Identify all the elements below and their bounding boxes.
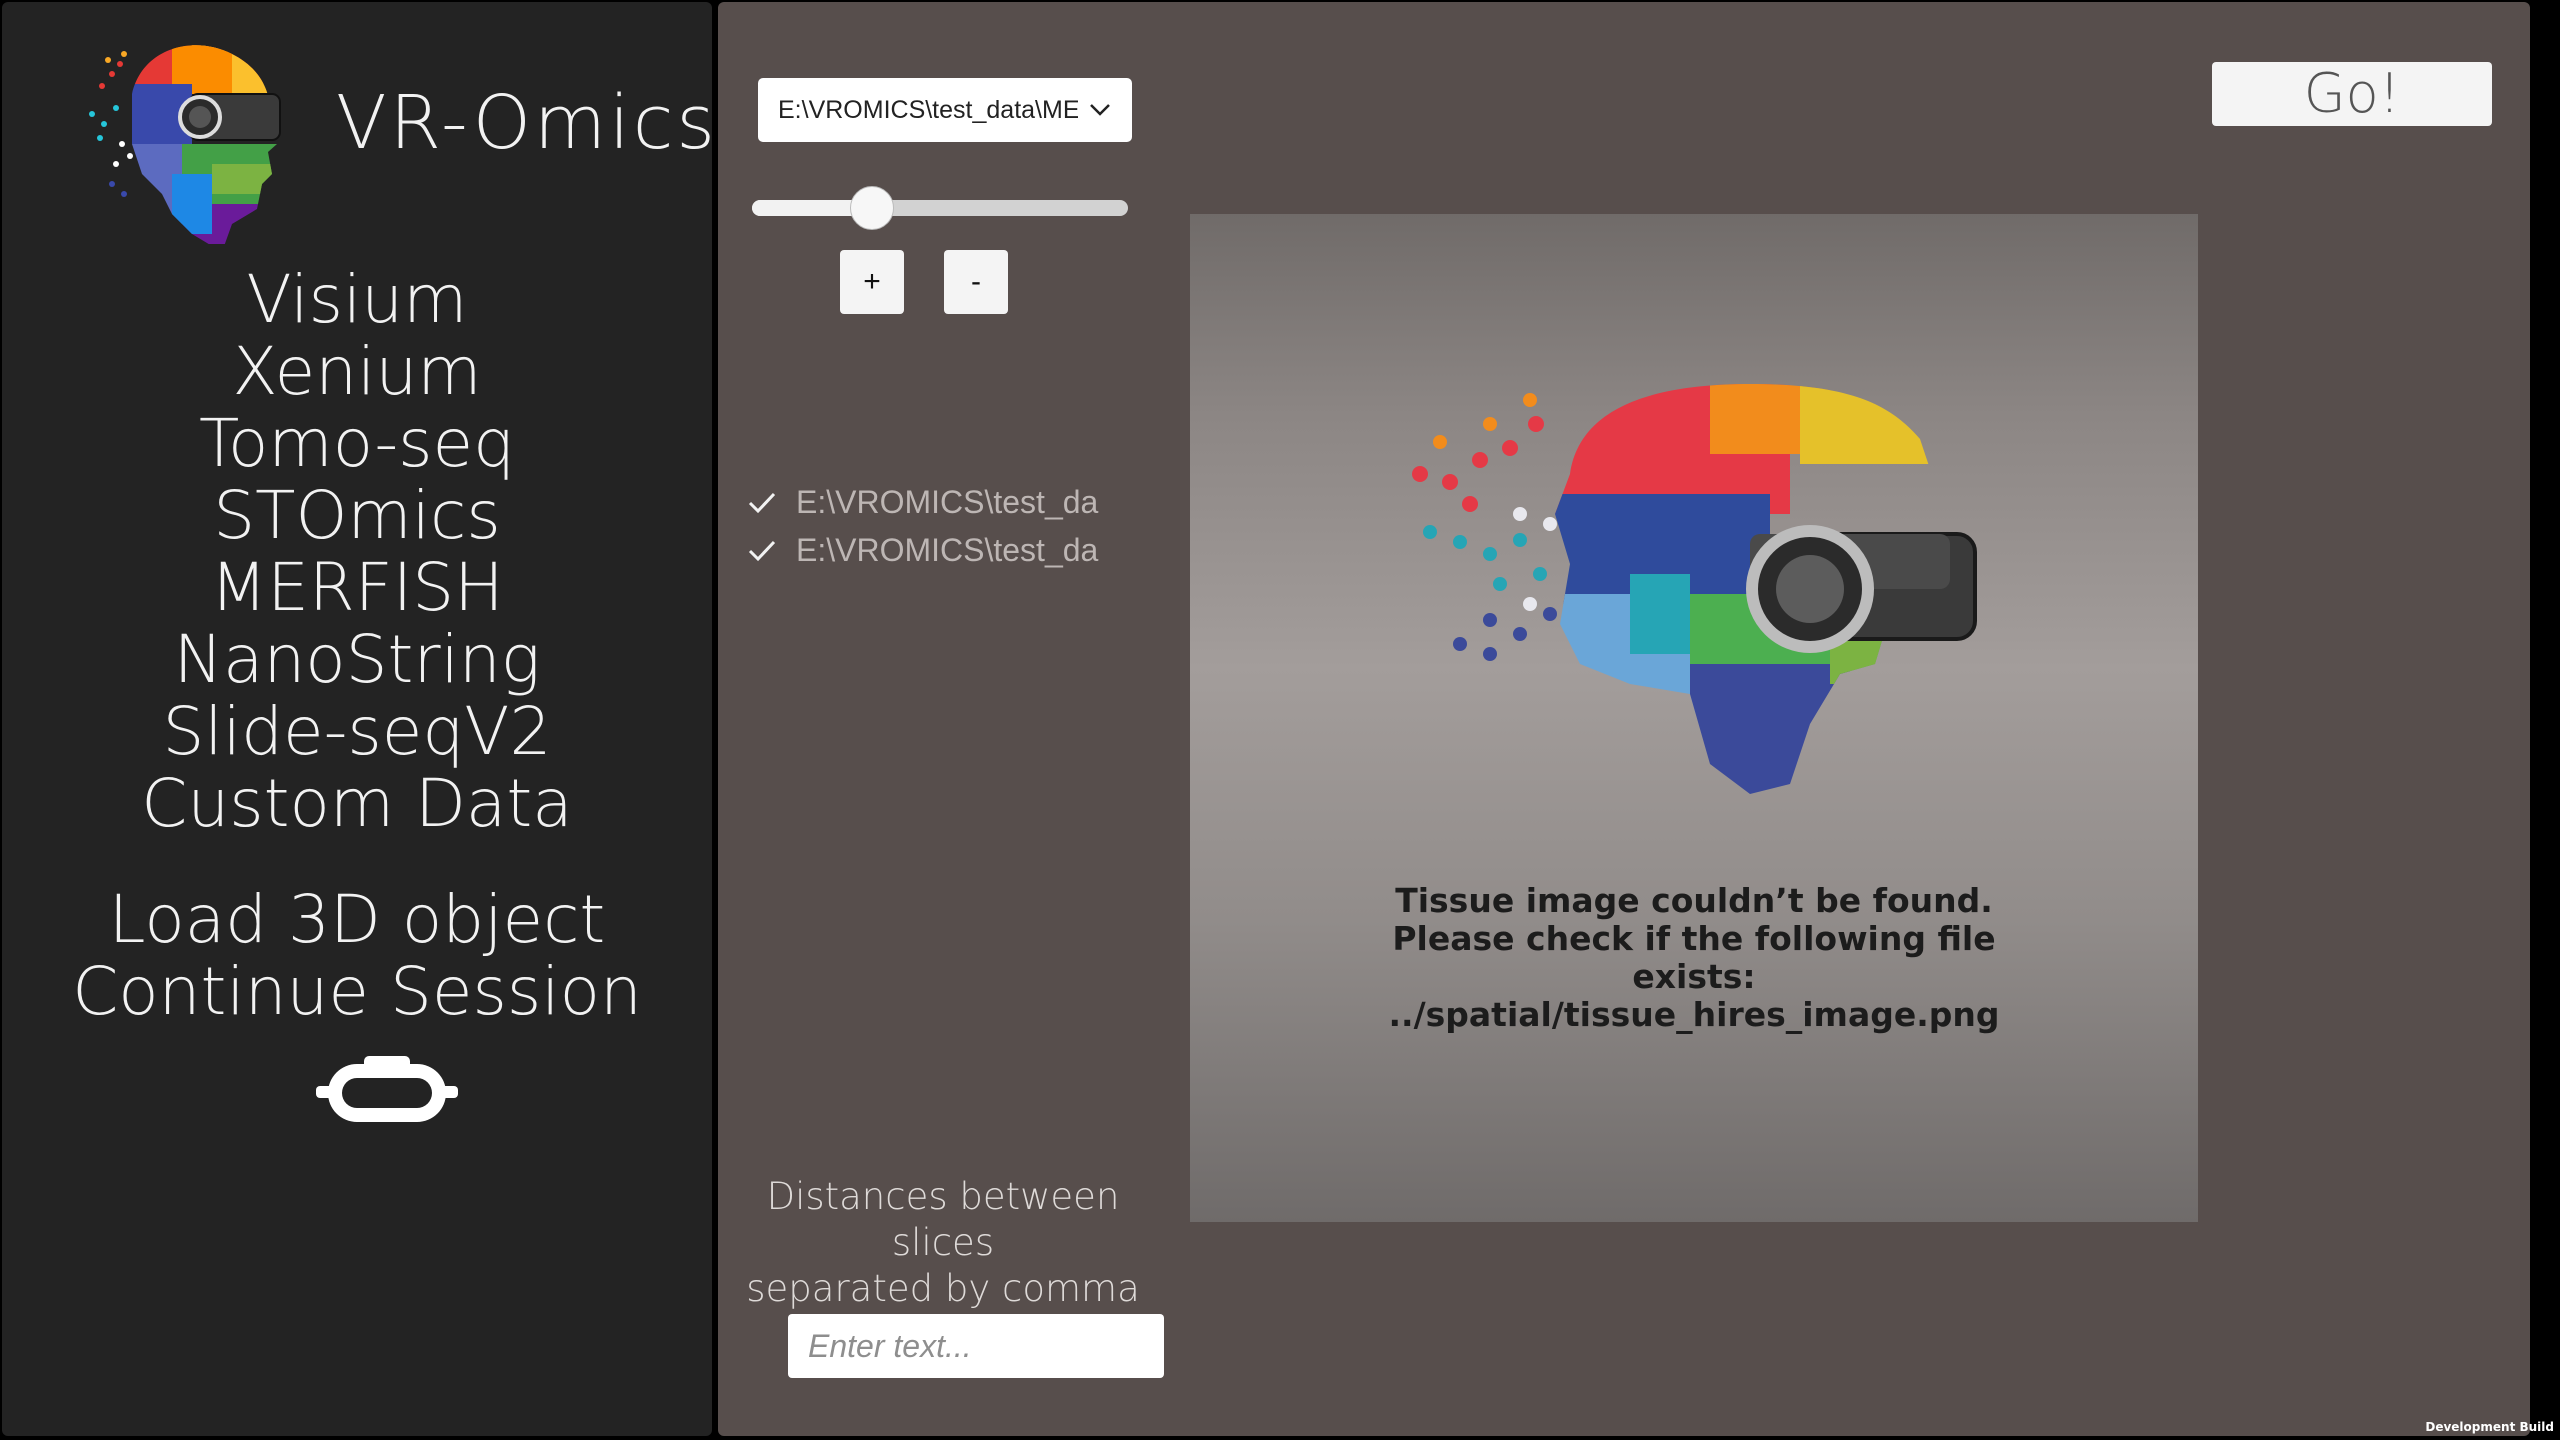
menu-item-slide-seqv2[interactable]: Slide-seqV2 — [2, 696, 712, 768]
sidebar: VR-Omics Visium Xenium Tomo-seq STOmics … — [2, 2, 715, 1436]
menu-item-visium[interactable]: Visium — [2, 264, 712, 336]
slice-slider[interactable] — [752, 186, 1128, 230]
session-menu: Load 3D object Continue Session — [2, 884, 712, 1028]
app-title: VR-Omics — [336, 80, 718, 166]
development-build-label: Development Build — [2425, 1420, 2554, 1434]
menu-item-merfish[interactable]: MERFISH — [2, 552, 712, 624]
distances-label-line: separated by comma — [746, 1267, 1140, 1310]
tissue-image-panel: Tissue image couldn’t be found. Please c… — [1190, 214, 2198, 1222]
dataset-dropdown[interactable]: E:\VROMICS\test_data\ME — [758, 78, 1132, 142]
vr-omics-head-graphic — [1412, 384, 1977, 794]
minus-button[interactable]: - — [944, 250, 1008, 314]
error-line: exists: — [1632, 957, 1756, 996]
plus-button[interactable]: + — [840, 250, 904, 314]
menu-item-nanostring[interactable]: NanoString — [2, 624, 712, 696]
error-file-path: ../spatial/tissue_hires_image.png — [1388, 995, 2000, 1034]
error-line: Please check if the following file — [1392, 919, 1996, 958]
checkmark-icon[interactable] — [746, 486, 778, 518]
slider-handle[interactable] — [850, 186, 895, 230]
menu-item-tomo-seq[interactable]: Tomo-seq — [2, 408, 712, 480]
distances-input[interactable] — [788, 1314, 1164, 1378]
menu-item-xenium[interactable]: Xenium — [2, 336, 712, 408]
chevron-down-icon — [1090, 104, 1110, 116]
go-button[interactable]: Go! — [2212, 62, 2492, 126]
main-panel: E:\VROMICS\test_data\ME + - E:\VROMICS\t… — [718, 2, 2530, 1436]
checkmark-icon[interactable] — [746, 534, 778, 566]
file-list: E:\VROMICS\test_da E:\VROMICS\test_da — [746, 478, 1166, 574]
file-list-item[interactable]: E:\VROMICS\test_da — [746, 526, 1166, 574]
menu-item-custom-data[interactable]: Custom Data — [2, 768, 712, 840]
technology-menu: Visium Xenium Tomo-seq STOmics MERFISH N… — [2, 264, 712, 840]
distances-label: Distances between slices separated by co… — [718, 1174, 1168, 1312]
image-error-message: Tissue image couldn’t be found. Please c… — [1190, 882, 2198, 1034]
file-list-item[interactable]: E:\VROMICS\test_da — [746, 478, 1166, 526]
file-label: E:\VROMICS\test_da — [796, 483, 1099, 520]
distances-label-line: Distances between slices — [766, 1175, 1120, 1264]
vr-omics-logo — [89, 45, 281, 244]
file-label: E:\VROMICS\test_da — [796, 531, 1099, 568]
vr-headset-icon[interactable] — [316, 1054, 458, 1126]
menu-item-stomics[interactable]: STOmics — [2, 480, 712, 552]
dataset-dropdown-value: E:\VROMICS\test_data\ME — [778, 96, 1078, 124]
app-window: VR-Omics Visium Xenium Tomo-seq STOmics … — [0, 0, 2560, 1440]
load-3d-object-button[interactable]: Load 3D object — [2, 884, 712, 956]
continue-session-button[interactable]: Continue Session — [2, 956, 712, 1028]
error-line: Tissue image couldn’t be found. — [1395, 881, 1993, 920]
